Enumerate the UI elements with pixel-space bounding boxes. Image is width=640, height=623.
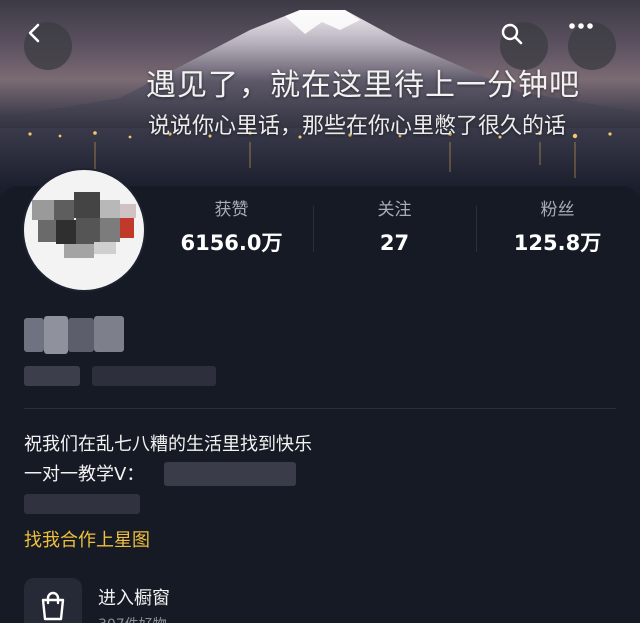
stat-following[interactable]: 关注 27 [313,198,476,256]
banner-headline: 遇见了，就在这里待上一分钟吧 [146,68,580,103]
partner-link[interactable]: 找我合作上星图 [24,526,150,552]
chevron-left-icon [28,23,40,43]
redacted-block [94,316,124,352]
avatar-mosaic-block [100,218,120,242]
avatar-mosaic-block [74,192,100,218]
stat-followers-value: 125.8万 [513,231,602,255]
avatar-mosaic-block [56,220,76,244]
stat-followers-label: 粉丝 [540,200,575,220]
stat-likes[interactable]: 获赞 6156.0万 [150,198,313,256]
avatar-mosaic-block [94,242,116,254]
avatar-mosaic-block [32,200,54,220]
shop-window-count: 307件好物 [98,614,167,623]
stat-following-value: 27 [379,231,410,255]
bio-contact: 一对一教学V： [24,460,144,486]
stat-likes-label: 获赞 [214,200,249,220]
search-icon [501,23,523,45]
avatar-mosaic-block [38,220,56,242]
shopping-bag-icon [41,591,65,621]
stat-likes-value: 6156.0万 [180,231,283,255]
avatar-mosaic-block [76,218,100,244]
bio-redacted-block [24,494,140,514]
more-horizontal-icon [569,23,593,29]
shop-window-entry[interactable]: 进入橱窗 307件好物 [24,576,624,623]
avatar-mosaic-block [64,244,94,258]
stat-followers[interactable]: 粉丝 125.8万 [476,198,639,256]
avatar[interactable] [22,168,146,292]
contact-redacted-block [164,462,296,486]
redacted-block [92,366,216,386]
bio-contact-label: 一对一教学V： [24,464,145,485]
stat-following-label: 关注 [377,200,412,220]
redacted-block [24,318,44,352]
redacted-block [44,316,68,354]
bio-text: 祝我们在乱七八糟的生活里找到快乐 [24,434,312,455]
redacted-block [68,318,94,352]
shop-window-title: 进入橱窗 [98,588,170,609]
avatar-mosaic-block [54,200,74,220]
back-button[interactable] [24,22,72,70]
profile-stats: 获赞 6156.0万 关注 27 粉丝 125.8万 [150,198,640,264]
avatar-mosaic-block [120,204,136,218]
avatar-mosaic-block [120,218,134,238]
avatar-mosaic-block [100,200,120,218]
shop-icon-container [24,578,82,623]
divider [24,408,616,409]
redacted-block [24,366,80,386]
profile-page: 遇见了，就在这里待上一分钟吧 说说你心里话，那些在你心里憋了很久的话 获赞 61… [0,0,640,623]
banner-subline: 说说你心里话，那些在你心里憋了很久的话 [148,114,567,139]
